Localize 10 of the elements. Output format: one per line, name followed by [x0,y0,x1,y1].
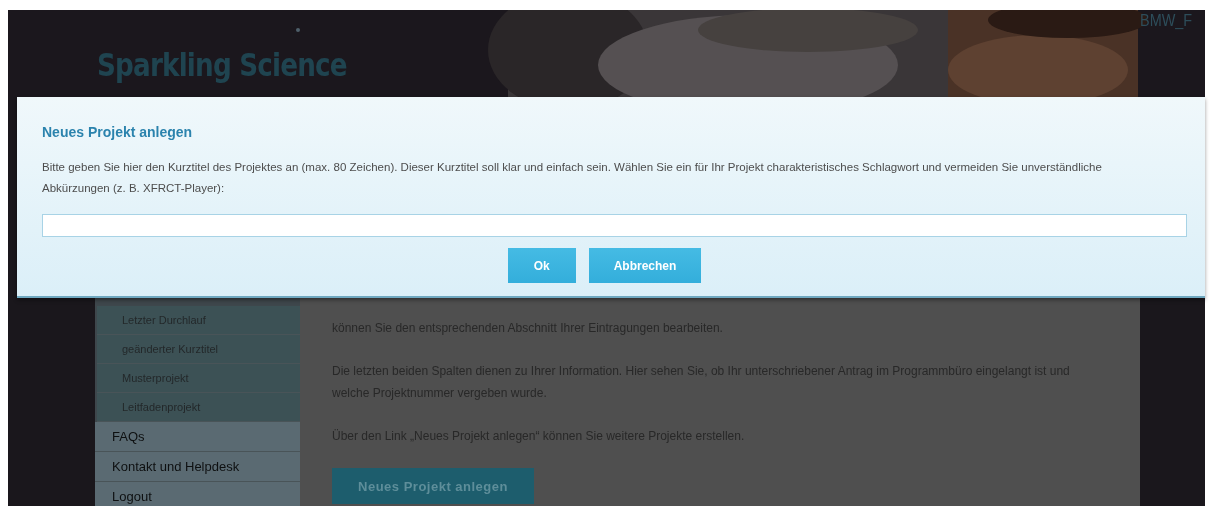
ok-button[interactable]: Ok [507,248,576,283]
sidebar-item[interactable]: Kontakt und Helpdesk [95,452,300,482]
sidebar-item[interactable]: Logout [95,482,300,506]
input-field[interactable] [42,214,1187,237]
logo-text: BMW_F [1140,11,1193,31]
dialog-description: Bitte geben Sie hier den Kurztitel des Projektes an (max. 80 Zeichen). Dieser Kurztitel soll klar und einfach sein. Wählen Sie ein für Ihr Projekt charakteristisches Schlagwort und vermeiden Sie unverständliche Abkürzungen (z. B. XFRCT-Player): [42,160,1102,196]
new-project-button[interactable]: Neues Projekt anlegen [332,468,534,504]
sidebar-item[interactable]: FAQs [95,422,300,452]
cancel-button[interactable]: Abbrechen [588,248,702,283]
dialog-title: Neues Projekt anlegen [42,123,194,142]
